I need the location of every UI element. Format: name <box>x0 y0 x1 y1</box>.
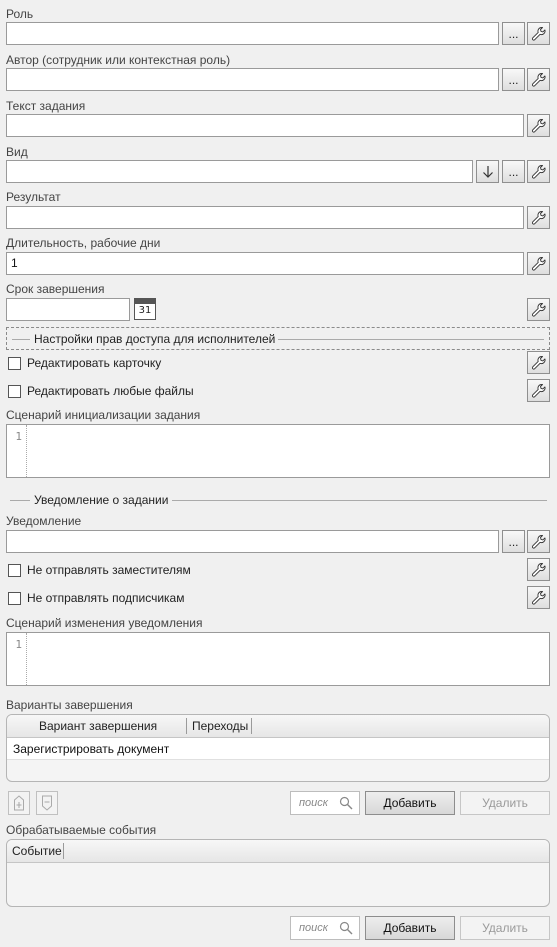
role-label: Роль <box>6 7 34 21</box>
author-ellipsis-button[interactable]: ... <box>502 68 525 91</box>
move-down-button[interactable] <box>36 791 58 815</box>
events-add-button[interactable]: Добавить <box>365 916 455 940</box>
edit-card-checkbox[interactable] <box>8 356 21 370</box>
events-search-input[interactable]: поиск <box>290 916 360 940</box>
row-option-cell: Зарегистрировать документ <box>13 742 170 756</box>
edit-card-settings-button[interactable] <box>527 351 550 374</box>
task-text-input[interactable] <box>6 114 524 137</box>
magnifier-icon <box>339 921 353 935</box>
processed-events-table[interactable]: Событие <box>6 839 550 907</box>
task-text-settings-button[interactable] <box>527 114 550 137</box>
kind-label: Вид <box>6 145 28 159</box>
result-input[interactable] <box>6 206 524 229</box>
divider <box>12 339 30 340</box>
completion-options-table[interactable]: Вариант завершения Переходы Зарегистриро… <box>6 714 550 782</box>
table-header: Событие <box>7 840 549 863</box>
wrench-icon <box>531 164 547 180</box>
no-deputies-checkbox[interactable] <box>8 563 21 577</box>
column-header-transitions[interactable]: Переходы <box>187 718 252 734</box>
wrench-icon <box>531 256 547 272</box>
duration-label: Длительность, рабочие дни <box>6 236 161 250</box>
notification-input[interactable] <box>6 530 499 553</box>
no-deputies-checkbox-row[interactable]: Не отправлять заместителям <box>8 563 191 577</box>
calendar-day: 31 <box>138 305 152 316</box>
column-header-option[interactable]: Вариант завершения <box>7 718 187 734</box>
duration-input[interactable]: 1 <box>6 252 524 275</box>
column-header-event[interactable]: Событие <box>7 843 64 859</box>
wrench-icon <box>531 562 547 578</box>
events-delete-button[interactable]: Удалить <box>460 916 550 940</box>
author-settings-button[interactable] <box>527 68 550 91</box>
no-deputies-settings-button[interactable] <box>527 558 550 581</box>
table-header: Вариант завершения Переходы <box>7 715 549 738</box>
wrench-icon <box>531 302 547 318</box>
wrench-icon <box>531 355 547 371</box>
result-settings-button[interactable] <box>527 206 550 229</box>
deadline-settings-button[interactable] <box>527 298 550 321</box>
deadline-input[interactable] <box>6 298 130 321</box>
result-label: Результат <box>6 190 61 204</box>
completion-options-label: Варианты завершения <box>6 698 133 712</box>
edit-files-checkbox-row[interactable]: Редактировать любые файлы <box>8 384 194 398</box>
edit-card-checkbox-row[interactable]: Редактировать карточку <box>8 356 161 370</box>
line-number: 1 <box>7 633 27 685</box>
completion-search-placeholder: поиск <box>299 797 328 809</box>
author-label: Автор (сотрудник или контекстная роль) <box>6 53 231 67</box>
change-script-editor[interactable]: 1 <box>6 632 550 686</box>
kind-ellipsis-button[interactable]: ... <box>502 160 525 183</box>
move-down-icon <box>42 795 52 811</box>
move-up-button[interactable] <box>8 791 30 815</box>
role-settings-button[interactable] <box>527 22 550 45</box>
notification-ellipsis-button[interactable]: ... <box>502 530 525 553</box>
role-input[interactable] <box>6 22 499 45</box>
author-input[interactable] <box>6 68 499 91</box>
calendar-icon[interactable]: 31 <box>134 298 156 320</box>
no-deputies-label: Не отправлять заместителям <box>27 563 191 577</box>
edit-files-settings-button[interactable] <box>527 379 550 402</box>
no-subscribers-checkbox[interactable] <box>8 591 21 605</box>
change-script-label: Сценарий изменения уведомления <box>6 616 203 630</box>
no-subscribers-label: Не отправлять подписчикам <box>27 591 185 605</box>
divider <box>172 500 547 501</box>
completion-delete-button[interactable]: Удалить <box>460 791 550 815</box>
no-subscribers-settings-button[interactable] <box>527 586 550 609</box>
divider <box>10 500 30 501</box>
wrench-icon <box>531 534 547 550</box>
edit-card-label: Редактировать карточку <box>27 356 162 370</box>
duration-settings-button[interactable] <box>527 252 550 275</box>
wrench-icon <box>531 590 547 606</box>
kind-input[interactable] <box>6 160 473 183</box>
task-init-script-label: Сценарий инициализации задания <box>6 408 201 422</box>
events-search-placeholder: поиск <box>299 922 328 934</box>
deadline-label: Срок завершения <box>6 282 105 296</box>
role-ellipsis-button[interactable]: ... <box>502 22 525 45</box>
notification-settings-button[interactable] <box>527 530 550 553</box>
task-text-label: Текст задания <box>6 99 86 113</box>
wrench-icon <box>531 118 547 134</box>
wrench-icon <box>531 26 547 42</box>
processed-events-label: Обрабатываемые события <box>6 823 157 837</box>
completion-add-button[interactable]: Добавить <box>365 791 455 815</box>
wrench-icon <box>531 383 547 399</box>
task-init-script-editor[interactable]: 1 <box>6 424 550 478</box>
access-settings-title: Настройки прав доступа для исполнителей <box>30 332 280 346</box>
notification-label: Уведомление <box>6 514 82 528</box>
line-number: 1 <box>7 425 27 477</box>
edit-files-label: Редактировать любые файлы <box>27 384 194 398</box>
arrow-down-icon <box>482 165 493 178</box>
move-up-icon <box>14 795 24 811</box>
table-row[interactable]: Зарегистрировать документ <box>7 738 549 760</box>
wrench-icon <box>531 210 547 226</box>
no-subscribers-checkbox-row[interactable]: Не отправлять подписчикам <box>8 591 184 605</box>
kind-settings-button[interactable] <box>527 160 550 183</box>
edit-files-checkbox[interactable] <box>8 384 21 398</box>
completion-search-input[interactable]: поиск <box>290 791 360 815</box>
kind-dropdown-button[interactable] <box>476 160 499 183</box>
magnifier-icon <box>339 796 353 810</box>
divider <box>278 339 544 340</box>
notification-section-title: Уведомление о задании <box>30 493 173 507</box>
wrench-icon <box>531 72 547 88</box>
